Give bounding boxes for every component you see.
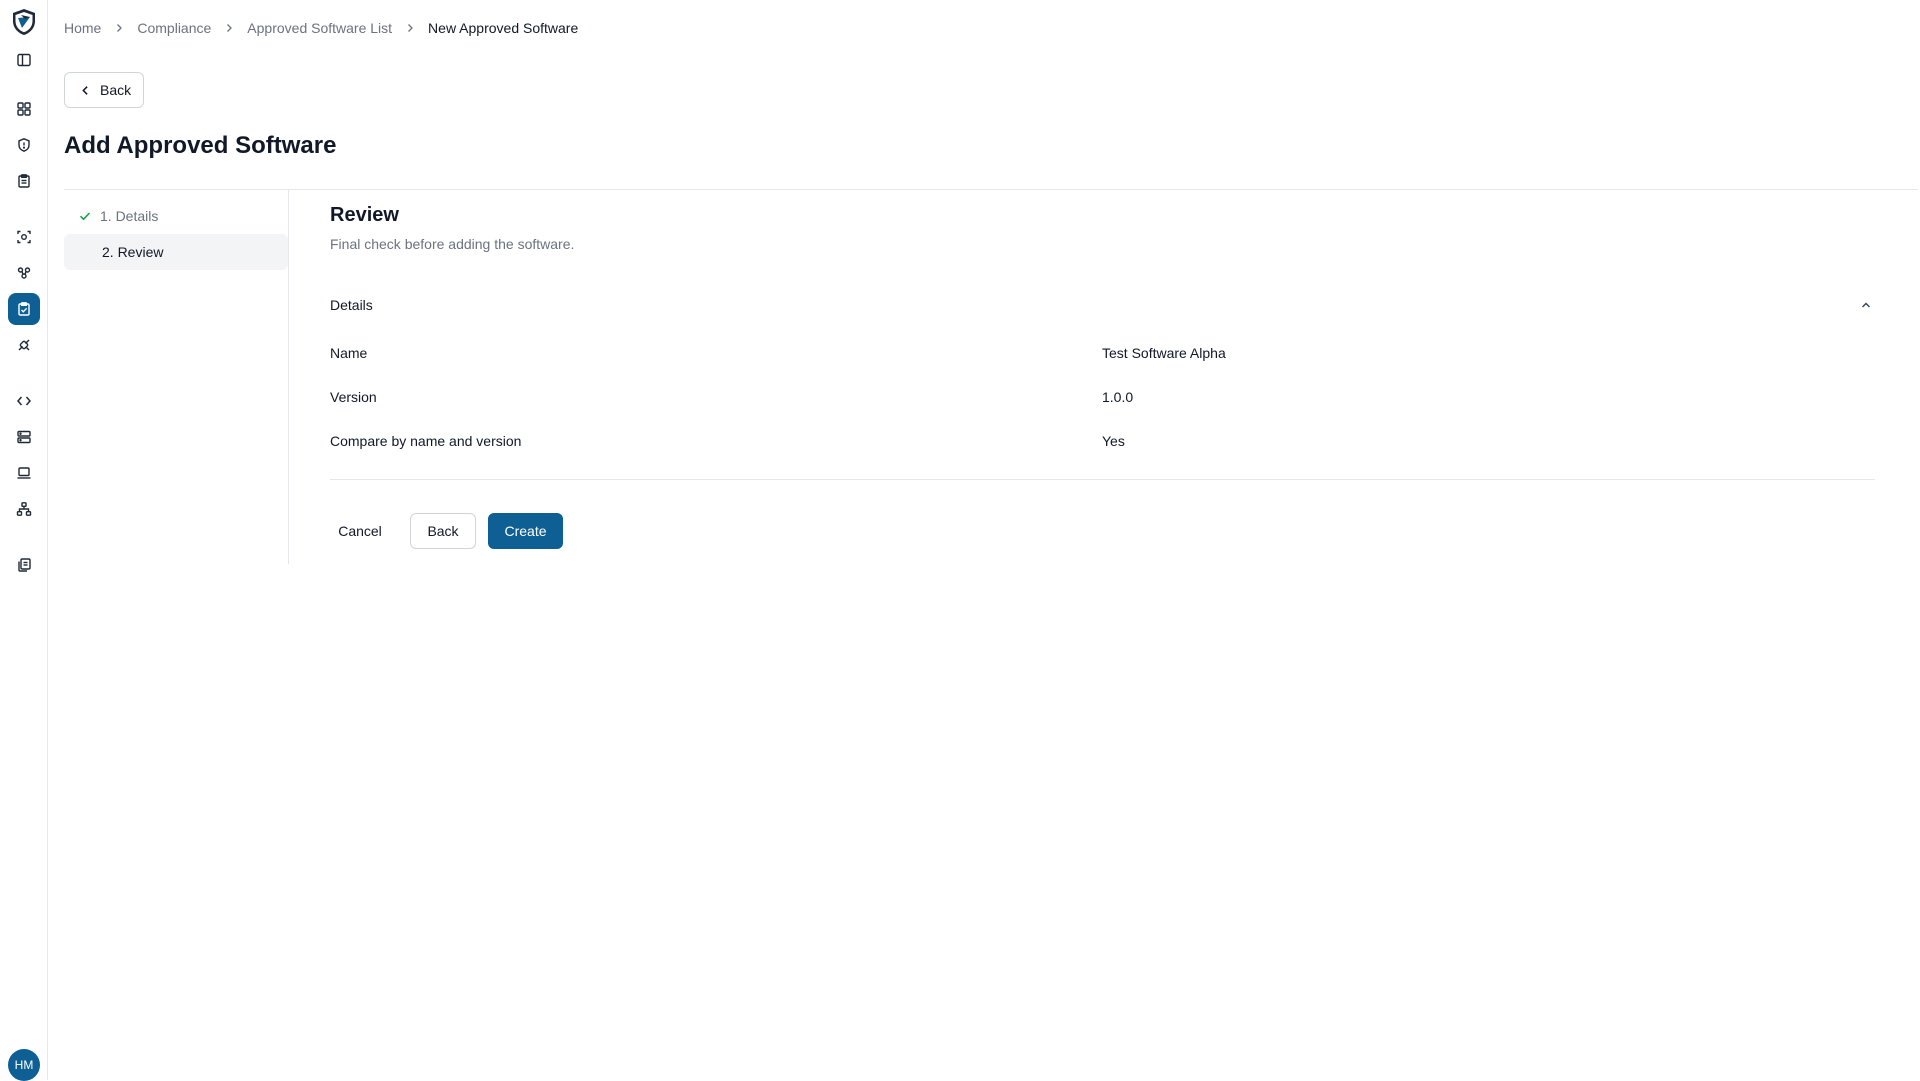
compliance-icon[interactable] [8, 293, 40, 325]
detail-row-compare: Compare by name and version Yes [330, 429, 1875, 453]
back-button[interactable]: Back [64, 72, 145, 108]
app-logo[interactable] [8, 6, 40, 38]
back-button-label: Back [100, 82, 132, 98]
detail-label: Version [330, 389, 377, 405]
clipboard-icon[interactable] [8, 165, 40, 197]
detail-value: Yes [1102, 433, 1125, 449]
steps-divider [288, 190, 289, 564]
chevron-right-icon [211, 22, 247, 34]
cancel-button[interactable]: Cancel [330, 513, 390, 549]
integrations-icon[interactable] [8, 329, 40, 361]
step-review[interactable]: 2. Review [64, 234, 288, 270]
reports-icon[interactable] [8, 549, 40, 581]
shield-icon[interactable] [8, 129, 40, 161]
sidebar-toggle-icon[interactable] [8, 44, 40, 76]
groups-icon[interactable] [8, 257, 40, 289]
chevron-right-icon [392, 22, 428, 34]
review-title: Review [330, 204, 399, 226]
chevron-right-icon [101, 22, 137, 34]
chevron-up-icon [1862, 302, 1870, 308]
detail-value: Test Software Alpha [1102, 345, 1226, 361]
details-section-title: Details [330, 297, 373, 313]
scan-icon[interactable] [8, 221, 40, 253]
code-icon[interactable] [8, 385, 40, 417]
breadcrumb: Home Compliance Approved Software List N… [64, 20, 578, 36]
dashboard-icon[interactable] [8, 93, 40, 125]
detail-row-version: Version 1.0.0 [330, 385, 1875, 409]
network-icon[interactable] [8, 493, 40, 525]
breadcrumb-compliance[interactable]: Compliance [137, 20, 211, 36]
review-subtitle: Final check before adding the software. [330, 236, 575, 252]
page-title: Add Approved Software [64, 132, 337, 159]
detail-row-name: Name Test Software Alpha [330, 341, 1875, 365]
chevron-left-icon [82, 85, 88, 95]
user-avatar[interactable]: HM [8, 1049, 40, 1081]
divider [64, 189, 1918, 190]
breadcrumb-home[interactable]: Home [64, 20, 101, 36]
laptop-icon[interactable] [8, 457, 40, 489]
breadcrumb-current: New Approved Software [428, 20, 579, 36]
icon-sidebar: HM [0, 0, 48, 1081]
breadcrumb-approved-software-list[interactable]: Approved Software List [247, 20, 392, 36]
detail-label: Compare by name and version [330, 433, 522, 449]
step-details[interactable]: 1. Details [64, 198, 288, 234]
shield-logo-icon [13, 9, 35, 35]
check-icon [79, 212, 91, 221]
details-section-toggle[interactable]: Details [330, 290, 1875, 320]
section-divider [330, 479, 1875, 480]
detail-value: 1.0.0 [1102, 389, 1134, 405]
create-button[interactable]: Create [488, 513, 563, 549]
step-review-label: 2. Review [102, 244, 164, 260]
servers-icon[interactable] [8, 421, 40, 453]
detail-label: Name [330, 345, 368, 361]
back-step-button[interactable]: Back [410, 513, 476, 549]
step-details-label: 1. Details [100, 208, 159, 224]
